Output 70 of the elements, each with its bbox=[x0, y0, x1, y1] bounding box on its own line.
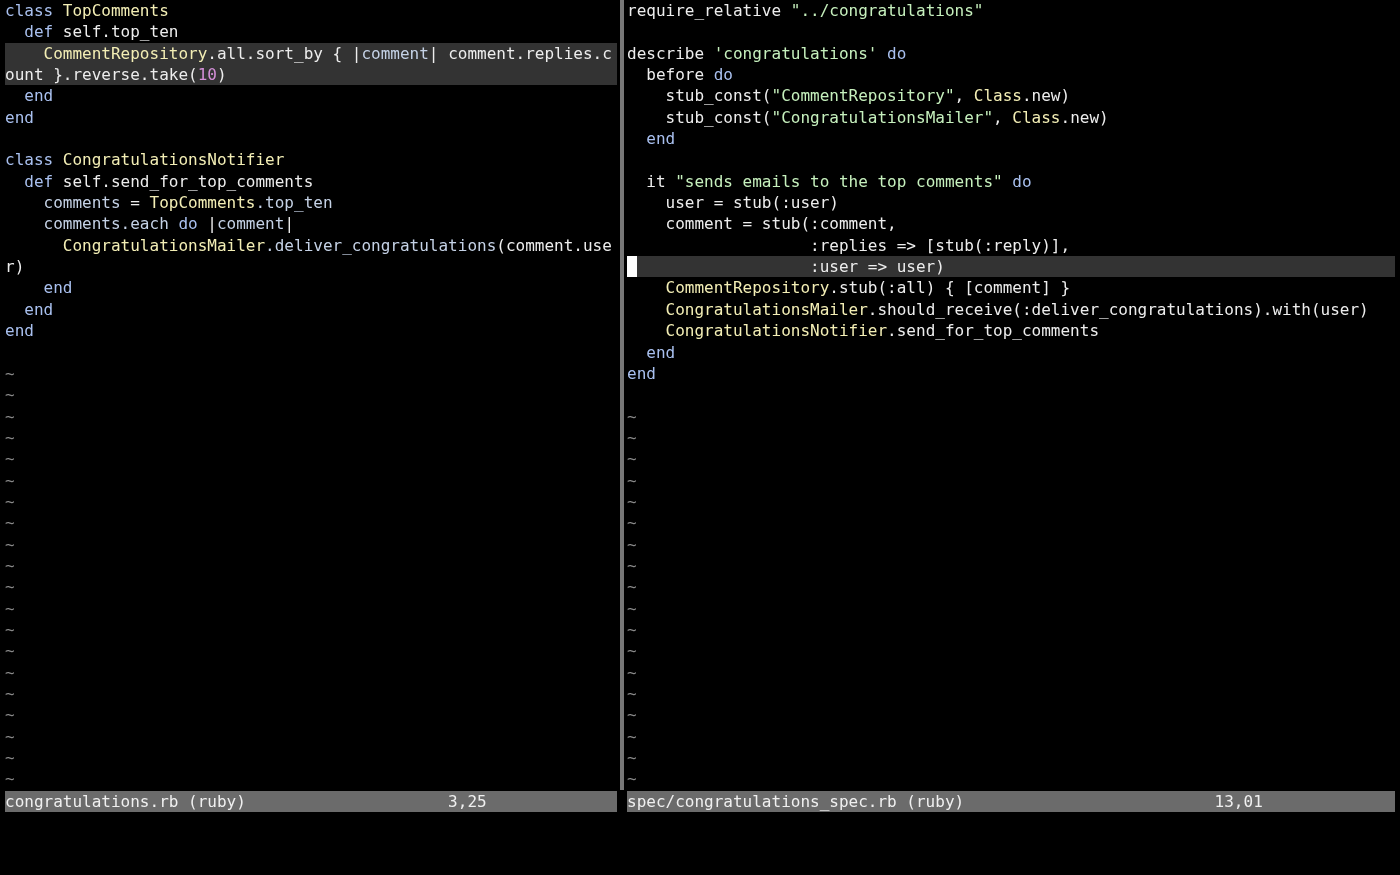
code-line: end bbox=[5, 320, 35, 342]
code-line: end bbox=[5, 106, 35, 129]
tilde-marker: ~ bbox=[627, 470, 637, 490]
tilde-marker: ~ bbox=[5, 769, 15, 789]
tilde-marker: ~ bbox=[5, 363, 15, 383]
tilde-marker: ~ bbox=[5, 513, 15, 533]
tilde-marker: ~ bbox=[627, 598, 637, 618]
tilde-marker: ~ bbox=[5, 748, 15, 768]
code-line: CommentRepository.stub(:all) { [comment] } bbox=[664, 277, 1072, 299]
tilde-marker: ~ bbox=[5, 449, 15, 469]
tilde-marker: ~ bbox=[5, 555, 15, 575]
code-line: require_relative "../congratulations" bbox=[627, 0, 985, 22]
file-name: congratulations.rb (ruby) bbox=[5, 790, 247, 813]
tilde-marker: ~ bbox=[627, 577, 637, 597]
code-line: def self.top_ten bbox=[23, 21, 180, 43]
tilde-marker: ~ bbox=[5, 662, 15, 682]
code-line: end bbox=[627, 362, 657, 385]
code-line: before do bbox=[645, 64, 734, 86]
tilde-marker: ~ bbox=[5, 598, 15, 618]
tilde-marker: ~ bbox=[5, 427, 15, 447]
tilde-marker: ~ bbox=[5, 491, 15, 511]
tilde-marker: ~ bbox=[5, 470, 15, 490]
code-line: comments.each do |comment| bbox=[42, 213, 295, 235]
code-line: CongratulationsMailer.should_receive(:deliver_congratulations).with(user) bbox=[664, 298, 1370, 321]
tilde-marker: ~ bbox=[627, 684, 637, 703]
tilde-marker: ~ bbox=[627, 513, 637, 533]
tilde-marker: ~ bbox=[627, 534, 637, 554]
code-line: def self.send_for_top_comments bbox=[23, 170, 315, 193]
tilde-marker: ~ bbox=[627, 427, 637, 447]
code-line: end bbox=[42, 277, 74, 299]
tilde-marker: ~ bbox=[627, 641, 637, 661]
tilde-marker: ~ bbox=[627, 619, 637, 639]
tilde-marker: ~ bbox=[5, 726, 15, 746]
code-line: stub_const("CommentRepository", Class.new) bbox=[664, 85, 1072, 107]
tilde-marker: ~ bbox=[5, 406, 15, 426]
code-line: end bbox=[23, 85, 55, 107]
cursor-position: 13,01 bbox=[1214, 790, 1264, 813]
tilde-marker: ~ bbox=[5, 641, 15, 661]
code-line: CongratulationsNotifier.send_for_top_comments bbox=[664, 320, 1100, 342]
tilde-marker: ~ bbox=[627, 555, 637, 575]
code-line: comments = TopComments.top_ten bbox=[42, 192, 334, 214]
tilde-marker: ~ bbox=[627, 406, 637, 426]
tilde-marker: ~ bbox=[627, 491, 637, 511]
tilde-marker: ~ bbox=[627, 705, 637, 725]
code-line: class TopComments bbox=[5, 0, 170, 22]
code-line: r) bbox=[5, 256, 26, 278]
code-line: end bbox=[23, 298, 55, 321]
tilde-marker: ~ bbox=[627, 449, 637, 469]
code-line: describe 'congratulations' do bbox=[627, 42, 908, 65]
code-line: end bbox=[645, 341, 677, 363]
cursor-position: 3,25 bbox=[448, 790, 488, 813]
code-line: stub_const("CongratulationsMailer", Class.new) bbox=[664, 106, 1110, 129]
tilde-marker: ~ bbox=[627, 748, 637, 768]
file-name: spec/congratulations_spec.rb (ruby) bbox=[627, 790, 966, 813]
code-line: CongratulationsMailer.deliver_congratulations(comment.use bbox=[61, 234, 613, 257]
code-line: user = stub(:user) bbox=[664, 192, 840, 214]
code-line: comment = stub(:comment, bbox=[664, 213, 898, 235]
tilde-marker: ~ bbox=[5, 684, 15, 703]
code-line: end bbox=[645, 128, 677, 150]
tilde-marker: ~ bbox=[627, 769, 637, 789]
tilde-marker: ~ bbox=[5, 534, 15, 554]
code-line: it "sends emails to the top comments" do bbox=[645, 170, 1033, 193]
tilde-marker: ~ bbox=[627, 726, 637, 746]
code-line: class CongratulationsNotifier bbox=[5, 149, 286, 171]
tilde-marker: ~ bbox=[5, 705, 15, 725]
tilde-marker: ~ bbox=[5, 619, 15, 639]
tilde-marker: ~ bbox=[627, 662, 637, 682]
tilde-marker: ~ bbox=[5, 577, 15, 597]
code-line: :replies => [stub(:reply)], bbox=[809, 234, 1072, 257]
tilde-marker: ~ bbox=[5, 385, 15, 405]
